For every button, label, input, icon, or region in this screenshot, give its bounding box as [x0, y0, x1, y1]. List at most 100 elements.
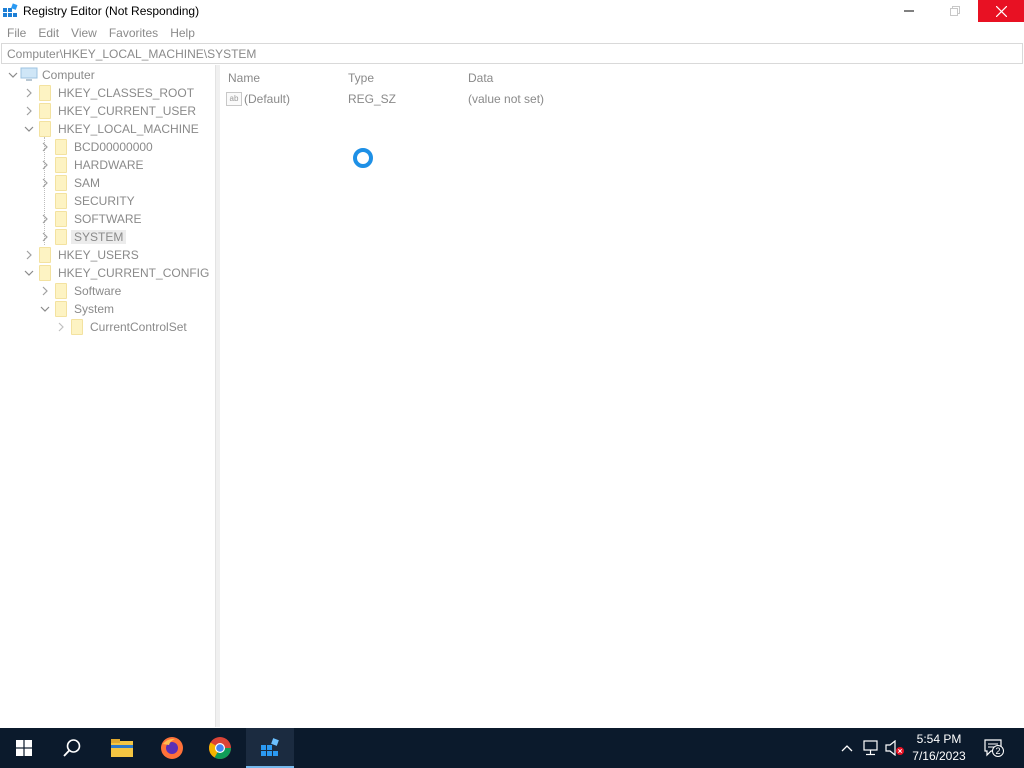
chevron-down-icon[interactable]: [7, 69, 19, 81]
tree-node-hardware[interactable]: HARDWARE: [0, 156, 215, 174]
network-tray-button[interactable]: [861, 739, 881, 757]
tree-node-sam[interactable]: SAM: [0, 174, 215, 192]
tree-node-hkey-classes-root[interactable]: HKEY_CLASSES_ROOT: [0, 84, 215, 102]
busy-cursor-icon: [353, 148, 373, 168]
menu-bar: File Edit View Favorites Help: [0, 24, 1024, 43]
value-row[interactable]: ab (Default) REG_SZ (value not set): [220, 90, 1020, 108]
tree-node-cc-software[interactable]: Software: [0, 282, 215, 300]
column-header-type[interactable]: Type: [348, 71, 374, 85]
firefox-icon: [161, 737, 183, 759]
tree-node-currentcontrolset[interactable]: CurrentControlSet: [0, 318, 215, 336]
show-hidden-icons-button[interactable]: [837, 739, 857, 757]
tree-label-security: SECURITY: [74, 194, 135, 208]
column-header-name[interactable]: Name: [228, 71, 260, 85]
address-bar[interactable]: Computer\HKEY_LOCAL_MACHINE\SYSTEM: [1, 43, 1023, 64]
chevron-down-icon[interactable]: [39, 303, 51, 315]
tree-label-software: SOFTWARE: [74, 212, 142, 226]
close-icon: [995, 5, 1007, 17]
tree-label-hkcr: HKEY_CLASSES_ROOT: [58, 86, 195, 100]
folder-icon: [39, 265, 51, 281]
chevron-right-icon[interactable]: [23, 249, 35, 261]
taskbar: 5:54 PM 7/16/2023 2: [0, 728, 1024, 768]
folder-icon: [55, 211, 67, 227]
chevron-right-icon[interactable]: [55, 321, 67, 333]
tree-node-software[interactable]: SOFTWARE: [0, 210, 215, 228]
key-tree-pane[interactable]: Computer HKEY_CLASSES_ROOT HKEY_CURRENT_…: [0, 65, 216, 727]
chevron-right-icon[interactable]: [39, 159, 51, 171]
folder-icon: [55, 301, 67, 317]
regedit-icon: [261, 738, 279, 756]
tree-label-hardware: HARDWARE: [74, 158, 144, 172]
close-button[interactable]: [978, 0, 1024, 22]
tree-label-bcd: BCD00000000: [74, 140, 153, 154]
chevron-down-icon[interactable]: [23, 267, 35, 279]
taskbar-chrome[interactable]: [196, 728, 244, 768]
volume-tray-button[interactable]: [885, 739, 905, 757]
chevron-right-icon[interactable]: [39, 141, 51, 153]
menu-favorites[interactable]: Favorites: [103, 24, 164, 43]
value-type: REG_SZ: [348, 92, 397, 106]
clock-time: 5:54 PM: [916, 732, 962, 746]
tree-label-cc-software: Software: [74, 284, 122, 298]
tree-node-security[interactable]: SECURITY: [0, 192, 215, 210]
tree-node-system[interactable]: SYSTEM: [0, 228, 215, 246]
folder-icon: [55, 283, 67, 299]
chevron-down-icon[interactable]: [23, 123, 35, 135]
folder-icon: [55, 229, 67, 245]
file-explorer-icon: [111, 739, 133, 757]
chevron-right-icon[interactable]: [23, 87, 35, 99]
folder-icon: [71, 319, 83, 335]
restore-icon: [950, 6, 960, 16]
tree-node-hkey-current-user[interactable]: HKEY_CURRENT_USER: [0, 102, 215, 120]
chevron-right-icon[interactable]: [39, 213, 51, 225]
value-data: (value not set): [468, 92, 545, 106]
start-button[interactable]: [0, 728, 48, 768]
chevron-up-icon: [841, 745, 853, 752]
tree-label-currentcontrolset: CurrentControlSet: [90, 320, 187, 334]
folder-icon: [55, 157, 67, 173]
tree-node-hkey-local-machine[interactable]: HKEY_LOCAL_MACHINE: [0, 120, 215, 138]
minimize-icon: [904, 10, 914, 12]
folder-icon: [39, 247, 51, 263]
taskbar-clock[interactable]: 5:54 PM 7/16/2023: [904, 731, 974, 765]
folder-icon: [55, 175, 67, 191]
chevron-right-icon[interactable]: [39, 177, 51, 189]
tree-node-cc-system[interactable]: System: [0, 300, 215, 318]
tree-node-hkey-users[interactable]: HKEY_USERS: [0, 246, 215, 264]
maximize-button[interactable]: [932, 0, 978, 22]
taskbar-file-explorer[interactable]: [98, 728, 146, 768]
tree-node-hkey-current-config[interactable]: HKEY_CURRENT_CONFIG: [0, 264, 215, 282]
taskbar-regedit[interactable]: [246, 728, 294, 768]
tree-label-hku: HKEY_USERS: [58, 248, 139, 262]
string-value-icon: ab: [226, 92, 242, 106]
tree-label-hklm: HKEY_LOCAL_MACHINE: [58, 122, 199, 136]
chrome-icon: [209, 737, 231, 759]
minimize-button[interactable]: [886, 0, 932, 22]
tree-label-sam: SAM: [74, 176, 101, 190]
menu-file[interactable]: File: [0, 24, 32, 43]
windows-start-icon: [16, 740, 32, 756]
tree-label-cc-system: System: [74, 302, 115, 316]
folder-icon: [39, 121, 51, 137]
values-list-pane[interactable]: Name Type Data ab (Default) REG_SZ (valu…: [220, 65, 1022, 727]
chevron-right-icon[interactable]: [23, 105, 35, 117]
menu-view[interactable]: View: [65, 24, 103, 43]
tree-node-bcd[interactable]: BCD00000000: [0, 138, 215, 156]
taskbar-firefox[interactable]: [148, 728, 196, 768]
folder-icon: [39, 85, 51, 101]
folder-icon: [55, 193, 67, 209]
tree-label-computer: Computer: [42, 68, 95, 82]
tree-label-hkcc: HKEY_CURRENT_CONFIG: [58, 266, 210, 280]
action-center-button[interactable]: 2: [982, 739, 1006, 757]
value-name: (Default): [244, 92, 291, 106]
search-button[interactable]: [48, 728, 96, 768]
chevron-right-icon[interactable]: [39, 285, 51, 297]
menu-help[interactable]: Help: [164, 24, 201, 43]
network-icon: [863, 740, 878, 756]
chevron-right-icon[interactable]: [39, 231, 51, 243]
search-icon: [63, 739, 81, 757]
menu-edit[interactable]: Edit: [32, 24, 65, 43]
computer-icon: [20, 67, 38, 81]
column-header-data[interactable]: Data: [468, 71, 493, 85]
tree-node-computer[interactable]: Computer: [0, 66, 215, 84]
